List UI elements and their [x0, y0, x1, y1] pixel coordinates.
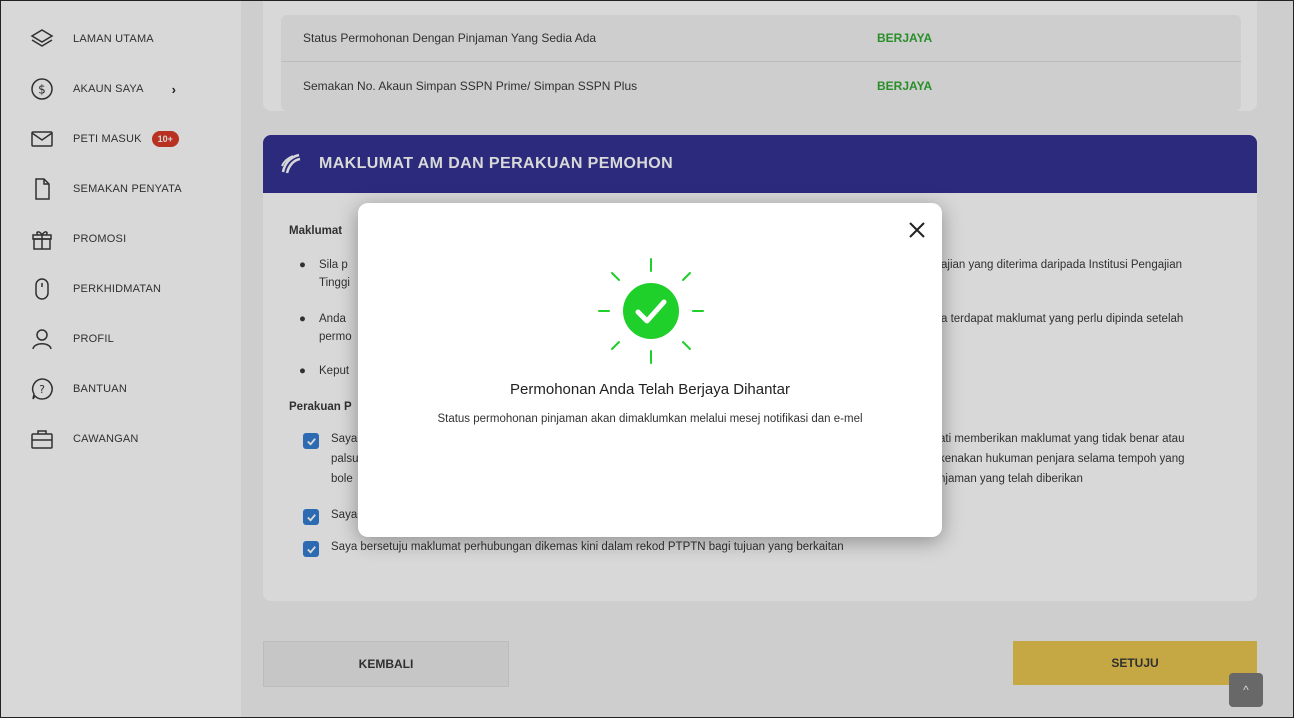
modal-title: Permohonan Anda Telah Berjaya Dihantar — [510, 381, 790, 398]
app-window: LAMAN UTAMA $ AKAUN SAYA › PETI MASUK 10… — [0, 0, 1294, 718]
close-icon[interactable] — [906, 219, 928, 241]
modal-message: Status permohonan pinjaman akan dimaklum… — [437, 413, 863, 425]
success-check-icon — [598, 258, 704, 364]
success-modal: Permohonan Anda Telah Berjaya Dihantar S… — [358, 203, 942, 537]
